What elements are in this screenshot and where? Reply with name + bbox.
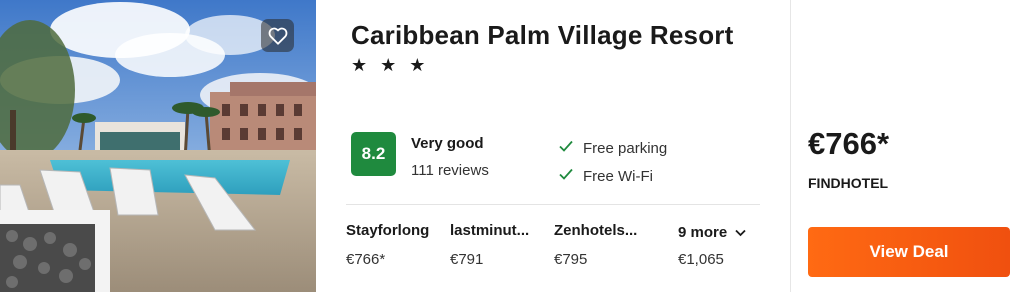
- amenity-label: Free Wi-Fi: [583, 167, 653, 185]
- hotel-info: Caribbean Palm Village Resort ★ ★ ★ 8.2 …: [316, 0, 790, 292]
- deal-provider: FINDHOTEL: [808, 175, 889, 191]
- favorite-button[interactable]: [261, 19, 294, 52]
- hotel-photo[interactable]: [0, 0, 316, 292]
- provider-name: Stayforlong: [346, 222, 430, 239]
- more-offers-label: 9 more: [678, 224, 746, 241]
- column-divider: [790, 0, 791, 292]
- view-deal-button[interactable]: View Deal: [808, 227, 1010, 277]
- amenity-item: Free parking: [558, 139, 667, 157]
- check-icon: [558, 167, 578, 185]
- divider: [346, 204, 760, 205]
- hotel-result-card[interactable]: Caribbean Palm Village Resort ★ ★ ★ 8.2 …: [0, 0, 1024, 292]
- hotel-name[interactable]: Caribbean Palm Village Resort: [351, 20, 733, 51]
- rating-score-badge: 8.2: [351, 132, 396, 176]
- provider-offer[interactable]: Zenhotels... €795: [554, 222, 637, 268]
- provider-price: €791: [450, 251, 484, 268]
- provider-offer[interactable]: Stayforlong €766*: [346, 222, 429, 268]
- provider-offer[interactable]: lastminut... €791: [450, 222, 529, 268]
- provider-price: €795: [554, 251, 588, 268]
- provider-name: Zenhotels...: [554, 222, 638, 239]
- deal-price: €766*: [808, 126, 890, 161]
- provider-name: lastminut...: [450, 222, 530, 239]
- hotel-star-rating: ★ ★ ★: [351, 55, 430, 75]
- amenity-item: Free Wi-Fi: [558, 167, 653, 185]
- chevron-down-icon: [735, 229, 746, 237]
- heart-icon: [268, 27, 288, 45]
- more-offers-text: 9 more: [678, 224, 728, 241]
- check-icon: [558, 139, 578, 157]
- more-offers-button[interactable]: 9 more €1,065: [678, 224, 746, 268]
- provider-price: €766*: [346, 251, 386, 268]
- review-count[interactable]: 111 reviews: [411, 162, 489, 179]
- amenity-label: Free parking: [583, 139, 668, 157]
- more-offers-price: €1,065: [678, 251, 724, 268]
- rating-label: Very good: [411, 135, 484, 152]
